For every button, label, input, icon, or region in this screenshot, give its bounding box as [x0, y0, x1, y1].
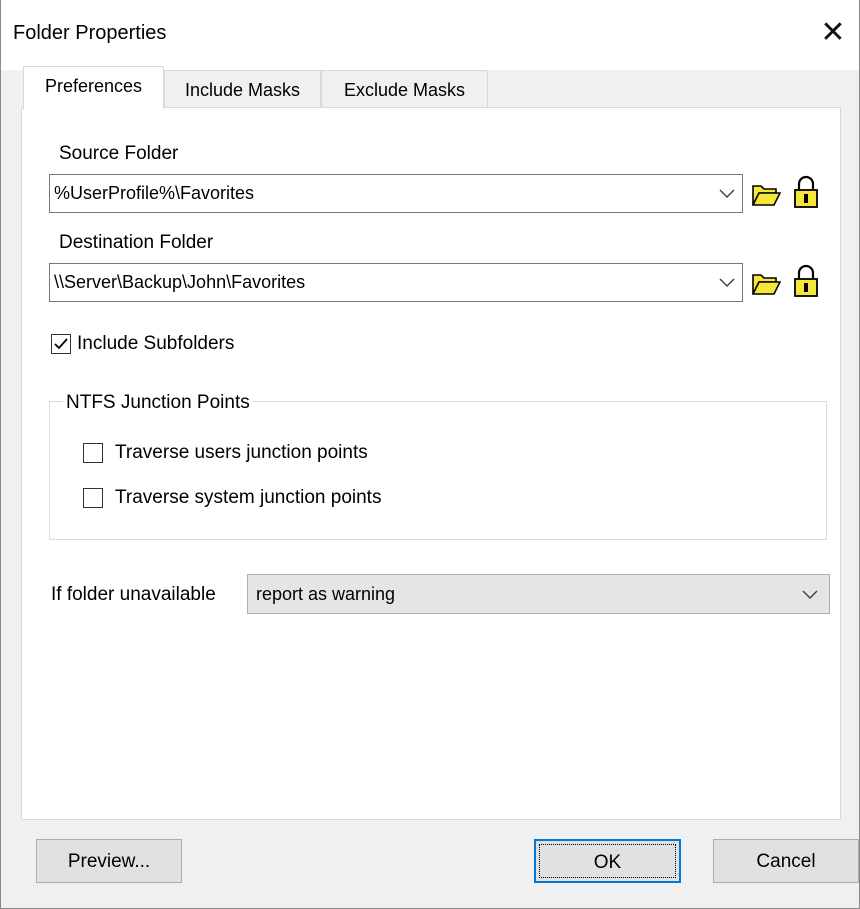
destination-folder-value: \\Server\Backup\John\Favorites	[54, 272, 306, 292]
open-folder-icon[interactable]	[751, 266, 781, 300]
include-subfolders-checkbox[interactable]	[51, 334, 71, 354]
if-unavailable-select[interactable]: report as warning	[247, 574, 830, 614]
traverse-users-checkbox[interactable]	[83, 443, 103, 463]
tab-exclude-masks[interactable]: Exclude Masks	[321, 70, 488, 110]
lock-icon[interactable]	[791, 175, 821, 209]
open-folder-icon[interactable]	[751, 177, 781, 211]
ntfs-junction-legend: NTFS Junction Points	[63, 392, 253, 414]
chevron-down-icon[interactable]	[718, 272, 736, 292]
folder-properties-dialog: Folder Properties ✕ Preferences Include …	[0, 0, 860, 909]
traverse-users-label[interactable]: Traverse users junction points	[115, 442, 368, 464]
cancel-button-label: Cancel	[756, 851, 816, 872]
source-folder-combo[interactable]: %UserProfile%\Favorites	[49, 174, 743, 213]
traverse-system-checkbox[interactable]	[83, 488, 103, 508]
title-bar: Folder Properties ✕	[1, 0, 859, 70]
tab-preferences[interactable]: Preferences	[23, 66, 164, 110]
tab-label: Preferences	[44, 76, 143, 96]
tab-label: Include Masks	[184, 80, 301, 100]
source-folder-label: Source Folder	[59, 143, 179, 164]
include-subfolders-label[interactable]: Include Subfolders	[77, 333, 234, 355]
ok-button[interactable]: OK	[534, 839, 681, 883]
cancel-button[interactable]: Cancel	[713, 839, 859, 883]
source-folder-value: %UserProfile%\Favorites	[54, 183, 255, 203]
dialog-title: Folder Properties	[13, 22, 167, 44]
preview-button[interactable]: Preview...	[36, 839, 182, 883]
chevron-down-icon[interactable]	[718, 183, 736, 203]
destination-folder-label: Destination Folder	[59, 232, 214, 253]
close-icon[interactable]: ✕	[813, 14, 853, 54]
if-unavailable-value: report as warning	[256, 584, 396, 604]
lock-icon[interactable]	[791, 264, 821, 298]
checkmark-icon	[54, 338, 68, 350]
chevron-down-icon[interactable]	[801, 584, 819, 604]
traverse-system-label[interactable]: Traverse system junction points	[115, 487, 381, 509]
ntfs-junction-group	[49, 401, 827, 540]
focus-rect	[539, 844, 676, 878]
tab-label: Exclude Masks	[343, 80, 466, 100]
destination-folder-combo[interactable]: \\Server\Backup\John\Favorites	[49, 263, 743, 302]
if-unavailable-label: If folder unavailable	[51, 584, 216, 605]
preview-button-label: Preview...	[67, 851, 151, 872]
tab-include-masks[interactable]: Include Masks	[164, 70, 321, 110]
